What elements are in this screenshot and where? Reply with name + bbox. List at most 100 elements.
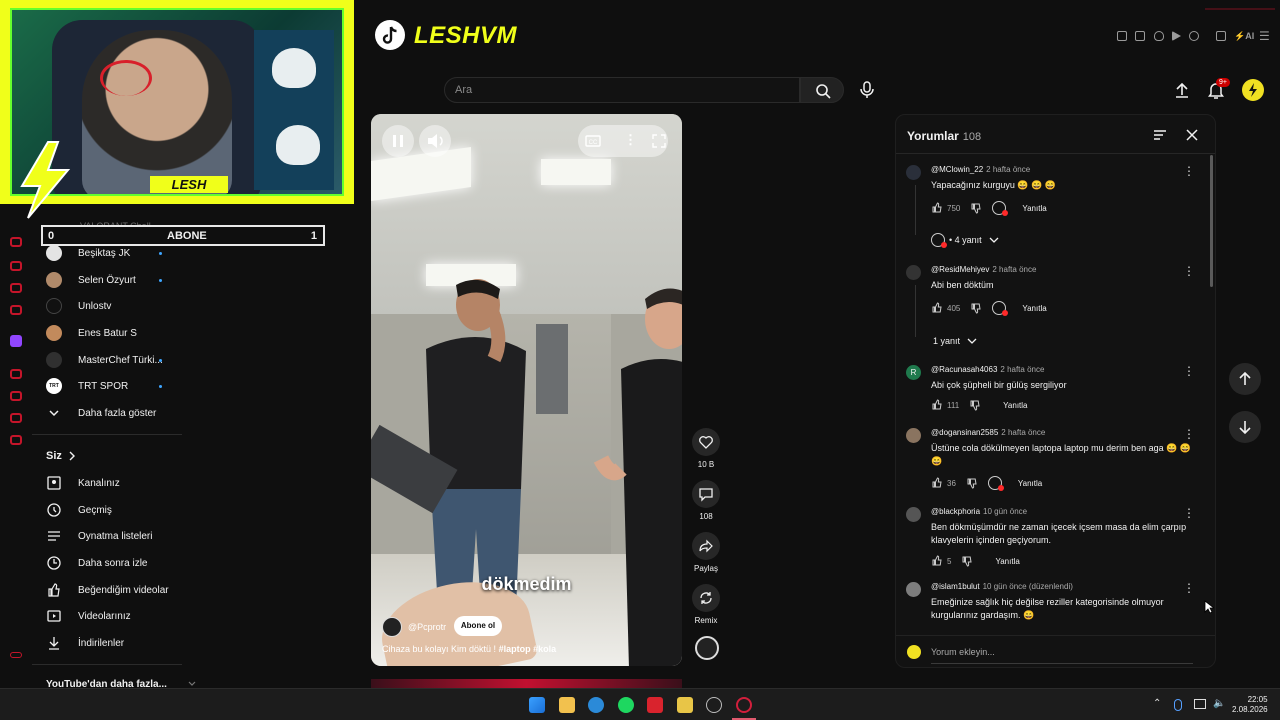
twitch-icon[interactable] (10, 335, 22, 347)
comment-author[interactable]: @dogansinan2585 (931, 428, 998, 437)
thumbs-up-icon[interactable] (931, 302, 943, 314)
browser-icon[interactable] (736, 697, 752, 713)
avatar[interactable] (906, 507, 921, 522)
heart-icon[interactable] (1189, 31, 1199, 41)
previous-video-button[interactable] (1229, 363, 1261, 395)
channel-name[interactable]: @Pcprotr (408, 622, 446, 632)
account-avatar[interactable] (1242, 79, 1264, 101)
sidebar-item-subscription[interactable]: Selen Özyurt (46, 267, 162, 293)
sidebar-item-watch-later[interactable]: Daha sonra izle (46, 550, 147, 576)
more-options-icon[interactable]: ⋮ (1183, 428, 1195, 440)
play-icon[interactable] (1172, 31, 1181, 41)
channel-logo-text[interactable]: LESHVM (414, 22, 517, 50)
more-options-icon[interactable]: ⋮ (1183, 365, 1195, 377)
more-options-icon[interactable]: ⋮ (1183, 507, 1195, 519)
next-video-button[interactable] (1229, 411, 1261, 443)
upload-icon[interactable] (1173, 81, 1191, 99)
app-icon[interactable] (647, 697, 663, 713)
sidebar-item-history[interactable]: Geçmiş (46, 497, 112, 523)
search-input[interactable]: Ara (444, 77, 800, 103)
monitor-icon[interactable] (1194, 699, 1206, 709)
sidebar-item-liked-videos[interactable]: Beğendiğim videolar (46, 577, 169, 603)
shield-icon[interactable] (1154, 31, 1164, 41)
next-video-preview[interactable] (371, 679, 682, 688)
comments-scrollbar[interactable] (1210, 155, 1213, 287)
replies-toggle[interactable]: • 4 yanıt (931, 233, 1000, 248)
more-options-icon[interactable]: ⋮ (1183, 265, 1195, 277)
volume-tray-icon[interactable]: 🔈 (1213, 698, 1225, 709)
edge-browser-icon[interactable] (588, 697, 604, 713)
sidebar-item-subscription[interactable]: Unlostv (46, 293, 111, 319)
window-controls[interactable] (1205, 8, 1275, 18)
sidebar-item-playlists[interactable]: Oynatma listeleri (46, 523, 152, 549)
edge-icon[interactable] (10, 283, 22, 293)
edge-icon[interactable] (10, 413, 22, 423)
thumbs-down-icon[interactable] (961, 555, 973, 567)
comment-author[interactable]: @MClowin_22 (931, 165, 983, 174)
folder-icon[interactable] (559, 697, 575, 713)
remix-button[interactable]: Remix (690, 584, 722, 625)
channel-avatar[interactable] (382, 617, 402, 637)
thumbs-down-icon[interactable] (970, 302, 982, 314)
reply-button[interactable]: Yanıtla (1018, 479, 1042, 488)
sidebar-item-your-videos[interactable]: Videolarınız (46, 603, 131, 629)
short-video-player[interactable]: CC ⋮ dökmedim @Pcprotr Abone ol Cihaza b… (371, 114, 682, 666)
comment-author[interactable]: @ResidMehiyev (931, 265, 989, 274)
close-icon[interactable] (1184, 127, 1200, 143)
more-options-icon[interactable]: ⋮ (1183, 165, 1195, 177)
edge-icon[interactable] (10, 652, 22, 658)
caption-hashtags[interactable]: #laptop #kola (499, 644, 557, 654)
avatar[interactable] (906, 165, 921, 180)
edge-icon[interactable] (10, 435, 22, 445)
sidebar-item-subscription[interactable]: MasterChef Türki... (46, 347, 163, 373)
avatar[interactable] (906, 428, 921, 443)
crop-icon[interactable] (1135, 31, 1145, 41)
comment-input[interactable]: Yorum ekleyin... (931, 647, 995, 657)
channel-avatar-small[interactable] (695, 636, 719, 660)
more-options-icon[interactable]: ⋮ (1183, 582, 1195, 594)
you-heading[interactable]: Siz (46, 443, 94, 469)
more-options-icon[interactable]: ⋮ (624, 132, 637, 148)
avatar[interactable] (906, 265, 921, 280)
pause-button[interactable] (382, 125, 414, 157)
thumbs-down-icon[interactable] (966, 477, 978, 489)
comment-author[interactable]: @Racunasah4063 (931, 365, 997, 374)
avatar[interactable] (906, 582, 921, 597)
comment-author[interactable]: @islam1bulut (931, 582, 980, 591)
reply-button[interactable]: Yanıtla (1022, 204, 1046, 213)
sidebar-item-subscription[interactable]: Enes Batur S (46, 320, 137, 346)
system-clock[interactable]: 22:05 2.08.2026 (1232, 695, 1268, 715)
fullscreen-icon[interactable] (651, 133, 667, 149)
thumbs-down-icon[interactable] (969, 399, 981, 411)
edge-icon[interactable] (10, 391, 22, 401)
tray-chevron-icon[interactable]: ⌃ (1153, 698, 1161, 709)
microphone-tray-icon[interactable] (1174, 699, 1182, 711)
volume-button[interactable] (419, 125, 451, 157)
tiktok-logo[interactable] (375, 20, 405, 50)
start-icon[interactable] (529, 697, 545, 713)
reply-button[interactable]: Yanıtla (1003, 401, 1027, 410)
spotify-icon[interactable] (618, 697, 634, 713)
ai-icon[interactable]: ⚡AI (1234, 31, 1254, 42)
reply-button[interactable]: Yanıtla (995, 557, 1019, 566)
sort-icon[interactable] (1152, 127, 1168, 143)
search-button[interactable] (800, 77, 844, 103)
app-icon[interactable] (706, 697, 722, 713)
edge-icon[interactable] (10, 369, 22, 379)
reply-button[interactable]: Yanıtla (1022, 304, 1046, 313)
sidebar-item-downloads[interactable]: İndirilenler (46, 630, 124, 656)
user-icon[interactable] (1216, 31, 1226, 41)
subscribe-button[interactable]: Abone ol (454, 616, 502, 636)
thumbs-up-icon[interactable] (931, 477, 943, 489)
thumbs-down-icon[interactable] (970, 202, 982, 214)
sidebar-item-subscription[interactable]: TRT TRT SPOR (46, 373, 162, 399)
comment-author[interactable]: @blackphoria (931, 507, 980, 516)
thumbs-up-icon[interactable] (931, 399, 943, 411)
avatar[interactable]: R (906, 365, 921, 380)
notifications-button[interactable]: 9+ (1206, 78, 1230, 100)
thumbs-up-icon[interactable] (931, 202, 943, 214)
captions-icon[interactable]: CC (585, 133, 601, 149)
thumbs-up-icon[interactable] (931, 555, 943, 567)
app-icon[interactable] (677, 697, 693, 713)
share-button[interactable]: Paylaş (690, 532, 722, 573)
